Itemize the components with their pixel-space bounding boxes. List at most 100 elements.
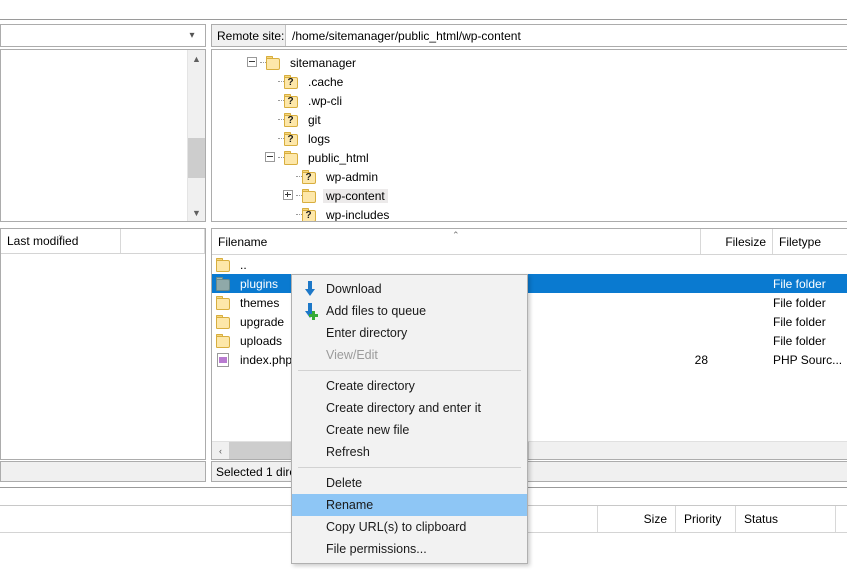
folder-icon bbox=[302, 188, 318, 203]
menu-item[interactable]: Delete bbox=[292, 472, 527, 494]
file-type-cell: File folder bbox=[773, 295, 826, 310]
sort-ascending-icon: ⌃ bbox=[452, 230, 460, 240]
menu-item[interactable]: Create directory bbox=[292, 375, 527, 397]
tree-node-leaf-connector bbox=[282, 205, 296, 221]
menu-item-label: View/Edit bbox=[326, 348, 378, 362]
scroll-left-icon[interactable]: ‹ bbox=[212, 442, 229, 459]
folder-unknown-icon: ? bbox=[284, 112, 300, 127]
remote-column-filename[interactable]: Filename ⌃ bbox=[212, 229, 701, 254]
tree-node[interactable]: wp-content bbox=[212, 186, 847, 205]
tree-node-label: wp-includes bbox=[326, 207, 390, 222]
tree-node-leaf-connector bbox=[264, 110, 278, 129]
scroll-down-icon[interactable]: ▼ bbox=[188, 204, 205, 221]
chevron-down-icon[interactable]: ▾ bbox=[183, 25, 201, 46]
remote-column-filetype[interactable]: Filetype bbox=[773, 229, 847, 254]
php-file-icon bbox=[216, 352, 232, 367]
menu-item[interactable]: Refresh bbox=[292, 441, 527, 463]
menu-item[interactable]: Add files to queue bbox=[292, 300, 527, 322]
menu-item[interactable]: Rename bbox=[292, 494, 527, 516]
scrollbar-thumb[interactable] bbox=[188, 138, 205, 178]
queue-column-size[interactable]: Size bbox=[598, 506, 676, 532]
menu-item[interactable]: File permissions... bbox=[292, 538, 527, 560]
tree-node-leaf-connector bbox=[264, 91, 278, 110]
remote-site-path-input[interactable]: /home/sitemanager/public_html/wp-content bbox=[286, 25, 847, 46]
queue-column-priority-label: Priority bbox=[684, 512, 722, 526]
file-type-cell: File folder bbox=[773, 314, 826, 329]
menu-item-label: Copy URL(s) to clipboard bbox=[326, 520, 467, 534]
local-tree-vertical-scrollbar[interactable]: ▲ ▼ bbox=[187, 50, 205, 221]
menu-item[interactable]: Create new file bbox=[292, 419, 527, 441]
menu-item-label: Refresh bbox=[326, 445, 370, 459]
scroll-up-icon[interactable]: ▲ bbox=[188, 50, 205, 67]
folder-icon bbox=[266, 55, 282, 70]
file-context-menu[interactable]: Download Add files to queue Enter director… bbox=[291, 274, 528, 564]
tree-node-leaf-connector bbox=[264, 72, 278, 91]
queue-column-priority[interactable]: Priority bbox=[676, 506, 736, 532]
remote-site-bar: Remote site: /home/sitemanager/public_ht… bbox=[211, 24, 847, 47]
folder-unknown-icon: ? bbox=[302, 169, 318, 184]
folder-icon bbox=[216, 257, 232, 272]
menu-separator bbox=[298, 467, 521, 468]
menu-item-label: Add files to queue bbox=[326, 304, 427, 318]
collapse-box[interactable] bbox=[247, 57, 257, 67]
local-directory-tree[interactable]: ▲ ▼ bbox=[0, 49, 206, 222]
tree-node[interactable]: ? wp-includes bbox=[212, 205, 847, 222]
collapse-box[interactable] bbox=[265, 152, 275, 162]
file-list-row[interactable]: .. bbox=[212, 255, 847, 274]
tree-node-label: .cache bbox=[308, 74, 344, 89]
tree-node-label: logs bbox=[308, 131, 331, 146]
local-file-list-header: Last modified ⌄ bbox=[1, 229, 205, 254]
remote-directory-tree[interactable]: sitemanager? .cache? .wp-cli? git? logs publi… bbox=[211, 49, 847, 222]
expand-box[interactable] bbox=[283, 190, 293, 200]
local-column-extra[interactable] bbox=[121, 229, 205, 253]
local-site-combobox[interactable]: ▾ bbox=[0, 24, 206, 47]
expand-icon[interactable] bbox=[282, 186, 296, 205]
folder-unknown-icon: ? bbox=[284, 131, 300, 146]
folder-icon bbox=[216, 314, 232, 329]
collapse-icon[interactable] bbox=[246, 53, 260, 72]
file-type-cell: PHP Sourc... bbox=[773, 352, 843, 367]
tree-node[interactable]: ? git bbox=[212, 110, 847, 129]
local-column-last-modified[interactable]: Last modified ⌄ bbox=[1, 229, 121, 253]
tree-node-label: sitemanager bbox=[290, 55, 357, 70]
menu-item[interactable]: Enter directory bbox=[292, 322, 527, 344]
remote-column-filesize[interactable]: Filesize bbox=[701, 229, 773, 254]
menu-item[interactable]: Create directory and enter it bbox=[292, 397, 527, 419]
queue-column-spacer bbox=[836, 506, 847, 532]
remote-column-filesize-label: Filesize bbox=[725, 234, 766, 249]
menu-item-label: Delete bbox=[326, 476, 363, 490]
queue-column-status-label: Status bbox=[744, 512, 779, 526]
folder-unknown-icon: ? bbox=[284, 93, 300, 108]
menu-item-label: Enter directory bbox=[326, 326, 408, 340]
local-file-list[interactable]: Last modified ⌄ bbox=[0, 228, 206, 460]
folder-unknown-icon: ? bbox=[302, 207, 318, 221]
menu-item: View/Edit bbox=[292, 344, 527, 366]
folder-unknown-icon: ? bbox=[284, 74, 300, 89]
menu-separator bbox=[298, 370, 521, 371]
tree-node[interactable]: ? wp-admin bbox=[212, 167, 847, 186]
tree-node[interactable]: public_html bbox=[212, 148, 847, 167]
tree-node-label: git bbox=[308, 112, 321, 127]
folder-icon bbox=[216, 295, 232, 310]
tree-node-label: wp-content bbox=[323, 188, 388, 203]
folder-selected-icon bbox=[216, 276, 232, 291]
menu-item-label: Create directory and enter it bbox=[326, 401, 481, 415]
file-name-cell: plugins bbox=[237, 276, 285, 291]
menu-item[interactable]: Download bbox=[292, 278, 527, 300]
menu-item-label: Download bbox=[326, 282, 382, 296]
menu-item[interactable]: Copy URL(s) to clipboard bbox=[292, 516, 527, 538]
collapse-icon[interactable] bbox=[264, 148, 278, 167]
tree-node[interactable]: sitemanager bbox=[212, 53, 847, 72]
download-arrow-icon bbox=[300, 281, 317, 297]
queue-column-server[interactable] bbox=[0, 506, 78, 532]
local-column-last-modified-label: Last modified bbox=[7, 234, 79, 248]
file-size-cell: 28 bbox=[694, 352, 708, 367]
queue-column-status[interactable]: Status bbox=[736, 506, 836, 532]
tree-node[interactable]: ? .wp-cli bbox=[212, 91, 847, 110]
menu-item-label: Rename bbox=[326, 498, 374, 512]
remote-file-list-header: Filename ⌃ Filesize Filetype bbox=[212, 229, 847, 255]
tree-node-label: .wp-cli bbox=[308, 93, 343, 108]
tree-node[interactable]: ? .cache bbox=[212, 72, 847, 91]
tree-node[interactable]: ? logs bbox=[212, 129, 847, 148]
folder-icon bbox=[284, 150, 300, 165]
